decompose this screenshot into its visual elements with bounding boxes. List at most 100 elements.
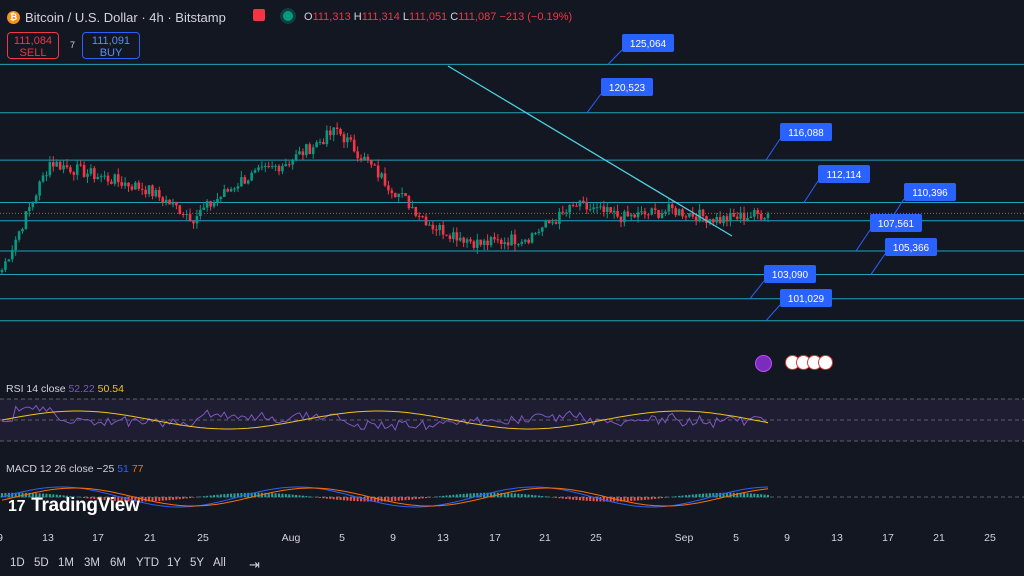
- x-axis-tick-label: 5: [339, 532, 345, 544]
- macd-histogram-bar: [325, 497, 328, 499]
- candle-body: [308, 144, 312, 155]
- range-all-button[interactable]: All: [213, 557, 226, 569]
- candle-body: [140, 188, 144, 190]
- level-label-pointer: [765, 138, 781, 161]
- date-range-icon[interactable]: ⇥: [249, 557, 260, 573]
- x-axis-tick-label: 13: [831, 532, 843, 544]
- macd-histogram-bar: [507, 493, 510, 498]
- x-axis-tick-label: 21: [933, 532, 945, 544]
- candle-body: [243, 177, 247, 184]
- macd-histogram-bar: [271, 493, 274, 498]
- us-flag-icon[interactable]: [818, 355, 833, 370]
- macd-histogram-bar: [575, 497, 578, 500]
- candle-body: [38, 181, 41, 196]
- candle-body: [236, 186, 240, 189]
- candle-body: [609, 207, 612, 213]
- candle-body: [229, 189, 233, 192]
- candle-body: [657, 209, 660, 218]
- tradingview-logo[interactable]: 17 TradingView: [8, 495, 140, 517]
- macd-histogram-bar: [756, 493, 759, 498]
- candle-body: [188, 214, 192, 221]
- candle-body: [404, 193, 407, 197]
- macd-histogram-bar: [401, 497, 404, 501]
- candle-body: [376, 165, 380, 178]
- candle-body: [735, 216, 739, 219]
- candle-body: [568, 205, 571, 213]
- candle-body: [199, 209, 202, 217]
- x-axis-tick-label: 9: [390, 532, 396, 544]
- event-markers[interactable]: [755, 355, 845, 372]
- candle-body: [476, 239, 479, 248]
- candle-body: [168, 199, 171, 205]
- candle-body: [441, 224, 445, 235]
- macd-histogram-bar: [633, 497, 636, 501]
- candle-body: [28, 207, 31, 212]
- range-1m-button[interactable]: 1M: [58, 557, 74, 569]
- candle-body: [301, 151, 305, 156]
- macd-histogram-bar: [585, 497, 588, 501]
- candle-body: [711, 219, 715, 223]
- level-label-text: 125,064: [630, 39, 667, 50]
- macd-histogram-bar: [643, 497, 646, 500]
- range-1d-button[interactable]: 1D: [10, 557, 25, 569]
- candle-body: [616, 210, 619, 217]
- candle-body: [387, 185, 390, 191]
- candle-body: [212, 202, 216, 207]
- candle-body: [513, 234, 517, 245]
- range-1y-button[interactable]: 1Y: [167, 557, 181, 569]
- macd-histogram-bar: [277, 493, 280, 498]
- macd-histogram-bar: [206, 495, 209, 498]
- range-5d-button[interactable]: 5D: [34, 557, 49, 569]
- macd-histogram-bar: [202, 496, 205, 498]
- range-ytd-button[interactable]: YTD: [136, 557, 159, 569]
- candle-body: [578, 200, 582, 207]
- candle-body: [137, 182, 141, 189]
- macd-histogram-bar: [469, 493, 472, 498]
- macd-histogram-bar: [561, 497, 564, 499]
- candle-body: [400, 193, 404, 195]
- candle-body: [298, 151, 301, 155]
- candle-body: [424, 216, 428, 226]
- price-chart[interactable]: 125,064 120,523 116,088 112,114 110,396 107,5…: [0, 0, 1024, 576]
- candle-body: [274, 165, 277, 167]
- candle-body: [93, 168, 96, 179]
- flash-event-icon[interactable]: [755, 355, 772, 372]
- range-6m-button[interactable]: 6M: [110, 557, 126, 569]
- macd-histogram-bar: [281, 493, 284, 498]
- x-axis-tick-label: Sep: [675, 532, 694, 544]
- candle-body: [58, 161, 62, 170]
- candle-body: [664, 211, 667, 214]
- range-5y-button[interactable]: 5Y: [190, 557, 204, 569]
- candle-body: [325, 130, 329, 145]
- candle-body: [318, 141, 322, 143]
- candle-body: [588, 209, 592, 211]
- candle-body: [725, 216, 729, 222]
- candle-body: [564, 212, 568, 214]
- candle-body: [571, 205, 575, 207]
- candle-body: [431, 224, 435, 230]
- candle-body: [448, 235, 452, 239]
- macd-histogram-bar: [322, 497, 325, 499]
- macd-histogram-bar: [226, 493, 229, 498]
- range-3m-button[interactable]: 3M: [84, 557, 100, 569]
- candle-body: [10, 250, 14, 260]
- macd-histogram-bar: [702, 493, 705, 498]
- candle-body: [352, 139, 356, 152]
- candle-body: [602, 206, 606, 212]
- level-label-pointer: [803, 180, 819, 203]
- macd-histogram-bar: [760, 494, 763, 498]
- candle-body: [701, 209, 705, 217]
- macd-histogram-bar: [753, 493, 756, 498]
- candle-body: [250, 172, 253, 181]
- candle-body: [551, 222, 554, 224]
- level-label-text: 101,029: [788, 294, 825, 305]
- candle-body: [407, 196, 411, 209]
- macd-value: 51: [117, 463, 129, 475]
- macd-histogram-bar: [541, 496, 544, 498]
- macd-histogram-bar: [329, 497, 332, 500]
- level-label-text: 105,366: [893, 243, 930, 254]
- macd-histogram-bar: [411, 497, 414, 500]
- macd-histogram-bar: [336, 497, 339, 500]
- macd-histogram-bar: [438, 496, 441, 498]
- candle-body: [674, 208, 677, 216]
